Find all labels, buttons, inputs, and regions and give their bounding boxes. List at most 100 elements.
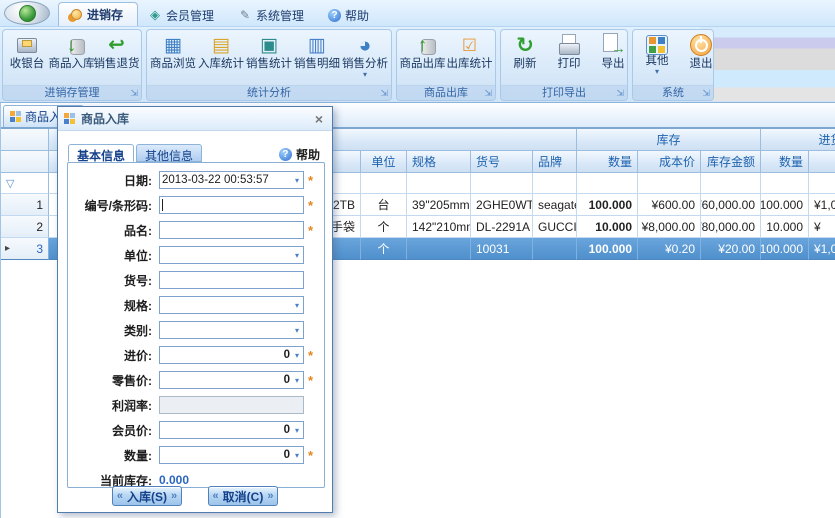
chevron-down-icon[interactable]: ▾ — [293, 451, 301, 460]
btn-export[interactable]: 导出 — [591, 31, 628, 72]
btn-goods-stock-in[interactable]: 商品入库 — [49, 31, 94, 72]
col-cost-price[interactable]: 成本价 — [638, 151, 701, 173]
cell-stock-amount: ¥60,000.00 — [701, 194, 761, 216]
chevron-down-icon[interactable]: ▾ — [293, 426, 301, 435]
dialog-launcher-icon[interactable]: ⇲ — [130, 87, 138, 99]
ribbon-button-label: 销售退货 — [94, 58, 140, 71]
ribbon-tabs: 进销存◈会员管理✎系统管理?帮助 — [58, 1, 383, 26]
dialog-launcher-icon[interactable]: ⇲ — [380, 87, 388, 99]
field-category-label: 类别: — [68, 322, 152, 339]
btn-goods-browse[interactable]: 商品浏览 — [149, 31, 197, 72]
btn-cashier[interactable]: 收银台 — [5, 31, 49, 72]
btn-exit[interactable]: 退出 — [679, 31, 714, 72]
chevron-down-icon[interactable]: ▾ — [293, 251, 301, 260]
filter-funnel-icon[interactable]: ▽ — [1, 173, 49, 194]
stock-in-confirm-button[interactable]: 入库(S) — [112, 486, 182, 506]
btn-sales-stats[interactable]: 销售统计 — [245, 31, 293, 72]
field-barcode[interactable] — [159, 196, 304, 214]
field-member-price[interactable]: 0▾ — [159, 421, 304, 439]
tab-help[interactable]: ?帮助 — [318, 4, 383, 26]
filter-cell[interactable] — [533, 173, 577, 194]
filter-cell[interactable] — [761, 173, 809, 194]
cashier-icon — [13, 32, 41, 58]
filter-cell[interactable] — [471, 173, 533, 194]
cell-stock-amount: ¥20.00 — [701, 238, 761, 260]
tab-member-management[interactable]: ◈会员管理 — [138, 4, 228, 26]
btn-sales-detail[interactable]: 销售明细 — [293, 31, 341, 72]
chevron-down-icon[interactable]: ▾ — [363, 71, 367, 78]
dialog-fields: 日期:2013-03-22 00:53:57▾*编号/条形码:*品名:*单位:▾… — [68, 171, 324, 464]
field-purchase-price-label: 进价: — [68, 347, 152, 364]
filter-cell[interactable] — [361, 173, 407, 194]
field-date[interactable]: 2013-03-22 00:53:57▾ — [159, 171, 304, 189]
field-category-row: 类别: ▾ — [68, 321, 324, 339]
browse-icon — [159, 32, 187, 58]
col-brand[interactable]: 品牌 — [533, 151, 577, 173]
dialog-launcher-icon[interactable]: ⇲ — [484, 87, 492, 99]
btn-sales-return[interactable]: 销售退货 — [94, 31, 139, 72]
ribbon-button-label: 商品出库 — [400, 58, 446, 71]
field-member-price-label: 会员价: — [68, 422, 152, 439]
field-purchase-price[interactable]: 0▾ — [159, 346, 304, 364]
filter-cell[interactable] — [407, 173, 471, 194]
app-menu-orb-button[interactable] — [4, 1, 50, 25]
col-spec[interactable]: 规格 — [407, 151, 471, 173]
btn-stock-in-stats[interactable]: 入库统计 — [197, 31, 245, 72]
tab-system-management[interactable]: ✎系统管理 — [228, 4, 318, 26]
tab-purchase-sales-inventory[interactable]: 进销存 — [58, 2, 138, 26]
btn-goods-stock-out[interactable]: 商品出库 — [399, 31, 446, 72]
help-link[interactable]: ? 帮助 — [279, 146, 320, 163]
row-number: 1 — [1, 194, 49, 216]
col-qty[interactable]: 数量 — [577, 151, 638, 173]
ribbon-groups: 收银台商品入库销售退货进销存管理⇲商品浏览入库统计销售统计销售明细销售分析▾统计… — [2, 29, 714, 101]
cell-price: ¥ — [809, 216, 835, 238]
field-item-no-row: 货号: — [68, 271, 324, 289]
chevron-down-icon[interactable]: ▾ — [655, 68, 659, 75]
cell-item-no: 10031 — [471, 238, 533, 260]
field-item-no[interactable] — [159, 271, 304, 289]
btn-refresh[interactable]: 刷新 — [503, 31, 547, 72]
col-stock-amount[interactable]: 库存金额 — [701, 151, 761, 173]
field-profit-rate-row: 利润率: — [68, 396, 324, 414]
field-category[interactable]: ▾ — [159, 321, 304, 339]
required-mark: * — [308, 198, 313, 213]
field-date-label: 日期: — [68, 172, 152, 189]
exit-icon — [687, 32, 714, 58]
ribbon-button-label: 入库统计 — [198, 58, 244, 71]
field-retail-price[interactable]: 0▾ — [159, 371, 304, 389]
field-product-name-row: 品名:* — [68, 221, 324, 239]
col-qty2[interactable]: 数量 — [761, 151, 809, 173]
field-product-name-label: 品名: — [68, 222, 152, 239]
filter-cell[interactable] — [701, 173, 761, 194]
col-item-no[interactable]: 货号 — [471, 151, 533, 173]
filter-cell[interactable] — [638, 173, 701, 194]
chevron-down-icon[interactable]: ▾ — [293, 326, 301, 335]
cancel-button[interactable]: 取消(C) — [208, 486, 278, 506]
field-purchase-price-row: 进价:0▾* — [68, 346, 324, 364]
filter-cell[interactable] — [809, 173, 835, 194]
ribbon-tab-label: 会员管理 — [166, 7, 214, 24]
field-quantity[interactable]: 0▾ — [159, 446, 304, 464]
btn-sales-analysis[interactable]: 销售分析▾ — [341, 31, 389, 79]
filter-cell[interactable] — [577, 173, 638, 194]
field-spec[interactable]: ▾ — [159, 296, 304, 314]
chevron-down-icon[interactable]: ▾ — [293, 351, 301, 360]
field-unit[interactable]: ▾ — [159, 246, 304, 264]
cell-item-no: DL-2291A — [471, 216, 533, 238]
btn-other[interactable]: 其他▾ — [635, 31, 679, 76]
field-retail-price-value: 0 — [162, 374, 293, 386]
sales-detail-icon — [303, 32, 331, 58]
dialog-tab-other-info[interactable]: 其他信息 — [136, 144, 202, 162]
col-unit[interactable]: 单位 — [361, 151, 407, 173]
dialog-launcher-icon[interactable]: ⇲ — [702, 87, 710, 99]
dialog-launcher-icon[interactable]: ⇲ — [616, 87, 624, 99]
close-icon[interactable]: × — [312, 112, 326, 126]
field-product-name[interactable] — [159, 221, 304, 239]
dialog-tab-basic-info[interactable]: 基本信息 — [68, 144, 134, 162]
btn-print[interactable]: 打印 — [547, 31, 591, 72]
chevron-down-icon[interactable]: ▾ — [293, 301, 301, 310]
btn-stock-out-stats[interactable]: 出库统计 — [446, 31, 493, 72]
chevron-down-icon[interactable]: ▾ — [293, 176, 301, 185]
cell-price: ¥1,0 — [809, 194, 835, 216]
chevron-down-icon[interactable]: ▾ — [293, 376, 301, 385]
